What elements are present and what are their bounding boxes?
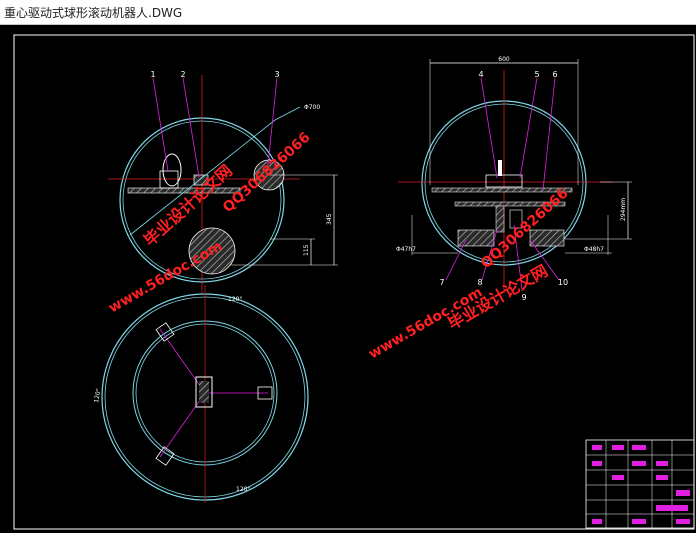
left-leader-3 — [267, 77, 278, 166]
window-titlebar: 重心驱动式球形滚动机器人.DWG — [0, 0, 696, 25]
left-label-1: 1 — [150, 70, 155, 79]
bottom-hub-fill — [199, 381, 209, 403]
right-leader-5 — [519, 77, 538, 179]
right-shaft-bottom — [495, 205, 505, 233]
right-label-8: 8 — [477, 278, 482, 287]
right-label-10: 10 — [558, 278, 568, 287]
left-dim-diameter: Φ700 — [304, 104, 320, 111]
bottom-angle-bottom: 120° — [236, 486, 250, 493]
left-leader-1 — [152, 77, 169, 172]
left-dim-345: 345 — [326, 213, 333, 225]
right-dim-294: 294mm — [620, 198, 627, 221]
bottom-arm-1 — [159, 328, 206, 394]
left-diameter-leader — [274, 106, 301, 121]
right-label-9: 9 — [521, 293, 526, 302]
left-leader-2 — [182, 77, 200, 178]
right-platform — [431, 187, 573, 193]
cad-canvas[interactable]: 1 2 3 Φ700 345 115 600 4 5 6 7 8 9 10 29… — [0, 25, 696, 533]
left-label-3: 3 — [274, 70, 279, 79]
right-label-5: 5 — [534, 70, 539, 79]
bottom-angle-top: 120° — [228, 296, 242, 303]
title-block — [585, 439, 695, 529]
right-left-weight — [457, 229, 495, 247]
bottom-arm-3 — [159, 392, 206, 458]
bottom-top-view — [101, 285, 309, 503]
right-label-4: 4 — [478, 70, 483, 79]
drawing-svg: 1 2 3 Φ700 345 115 600 4 5 6 7 8 9 10 29… — [13, 34, 695, 530]
right-leader-4 — [480, 77, 498, 179]
watermark-qq-left: QQ306826066 — [220, 129, 314, 215]
left-label-2: 2 — [180, 70, 185, 79]
title-block-frame — [585, 439, 695, 529]
right-dim-600: 600 — [498, 56, 510, 63]
right-label-6: 6 — [552, 70, 557, 79]
left-dim-115: 115 — [303, 244, 310, 256]
right-label-7: 7 — [439, 278, 444, 287]
right-right-weight — [529, 229, 565, 247]
right-leader-6 — [542, 77, 556, 191]
right-side-view — [398, 59, 632, 293]
bottom-angle-left: 120° — [93, 388, 102, 403]
right-dim-bore-left-label: Φ47h7 — [396, 246, 416, 253]
right-dim-bore-right-label: Φ48h7 — [584, 246, 604, 253]
right-shaft-top — [498, 160, 502, 176]
window-title: 重心驱动式球形滚动机器人.DWG — [4, 6, 183, 20]
